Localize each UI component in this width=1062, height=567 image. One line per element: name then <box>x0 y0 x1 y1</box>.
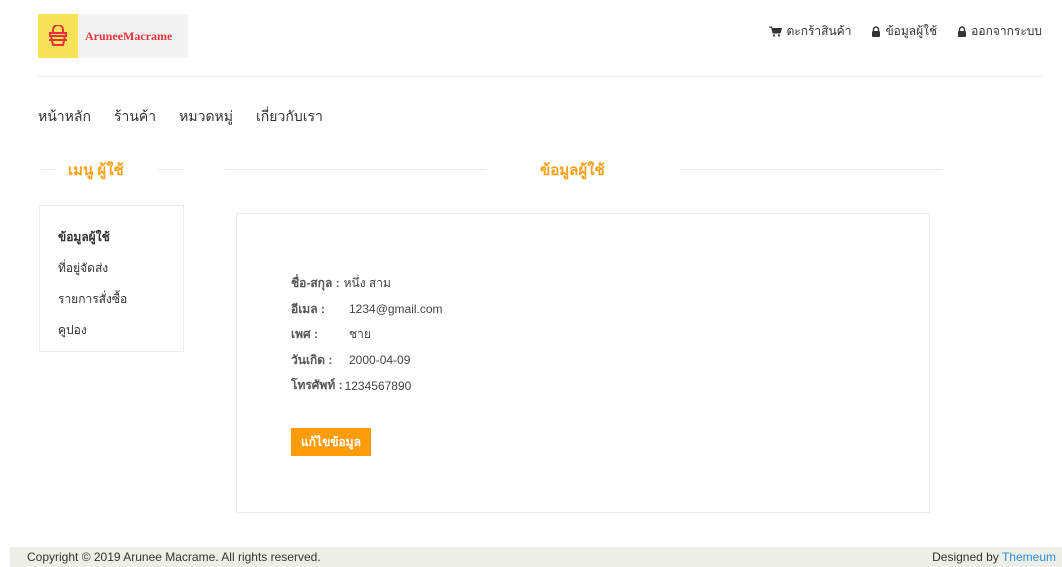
field-label: เพศ : <box>291 327 318 342</box>
section-divider <box>680 169 942 170</box>
brand-logo[interactable]: AruneeMacrame <box>38 14 188 58</box>
section-divider <box>158 169 184 170</box>
profile-row-name: ชื่อ-สกุล : หนึ่ง สาม <box>291 271 443 297</box>
sidebar-item-profile[interactable]: ข้อมูลผู้ใช้ <box>58 228 183 247</box>
sidebar-title: เมนู ผู้ใช้ <box>68 162 124 179</box>
main-nav: หน้าหลัก ร้านค้า หมวดหมู่ เกี่ยวกับเรา <box>38 106 323 128</box>
designer-link[interactable]: Themeum <box>1002 550 1056 564</box>
profile-row-birthdate: วันเกิด : 2000-04-09 <box>291 348 443 374</box>
cart-link[interactable]: ตะกร้าสินค้า <box>769 22 851 41</box>
field-label: อีเมล : <box>291 301 325 316</box>
nav-categories[interactable]: หมวดหมู่ <box>179 106 233 128</box>
designer-credit: Designed by Themeum <box>932 550 1056 564</box>
profile-label: ข้อมูลผู้ใช้ <box>885 24 938 38</box>
profile-panel: ชื่อ-สกุล : หนึ่ง สาม อีเมล : 1234@gmail… <box>236 213 930 513</box>
basket-icon <box>38 14 78 58</box>
edit-profile-button[interactable]: แก้ไขข้อมูล <box>291 428 371 456</box>
profile-row-phone: โทรศัพท์ : 1234567890 <box>291 373 443 399</box>
field-value: 1234567890 <box>344 378 412 393</box>
lock-icon <box>871 26 881 37</box>
field-value: 1234@gmail.com <box>349 302 443 317</box>
field-value: 2000-04-09 <box>349 353 411 368</box>
brand-name: AruneeMacrame <box>85 28 173 43</box>
section-divider <box>225 169 486 170</box>
user-menu: ข้อมูลผู้ใช้ ที่อยู่จัดส่ง รายการสั่งซื้… <box>39 205 184 352</box>
section-divider <box>40 169 55 170</box>
logout-label: ออกจากระบบ <box>971 24 1042 38</box>
field-value: หนึ่ง สาม <box>343 276 391 291</box>
nav-about[interactable]: เกี่ยวกับเรา <box>256 106 323 128</box>
copyright-text: Copyright © 2019 Arunee Macrame. All rig… <box>27 550 321 564</box>
sidebar-item-shipping-address[interactable]: ที่อยู่จัดส่ง <box>58 259 183 278</box>
content-title: ข้อมูลผู้ใช้ <box>540 162 605 179</box>
sidebar-item-coupons[interactable]: คูปอง <box>58 321 183 340</box>
profile-info: ชื่อ-สกุล : หนึ่ง สาม อีเมล : 1234@gmail… <box>291 271 443 399</box>
field-label: วันเกิด : <box>291 352 333 367</box>
cart-label: ตะกร้าสินค้า <box>786 24 852 38</box>
cart-icon <box>769 26 783 37</box>
header-divider <box>38 76 1042 77</box>
field-label: ชื่อ-สกุล : <box>291 276 340 291</box>
footer: Copyright © 2019 Arunee Macrame. All rig… <box>10 547 1062 567</box>
logout-link[interactable]: ออกจากระบบ <box>957 22 1042 41</box>
profile-link[interactable]: ข้อมูลผู้ใช้ <box>871 22 937 41</box>
sidebar-item-orders[interactable]: รายการสั่งซื้อ <box>58 290 183 309</box>
profile-row-email: อีเมล : 1234@gmail.com <box>291 297 443 323</box>
nav-shop[interactable]: ร้านค้า <box>114 106 156 128</box>
designed-by-label: Designed by <box>932 550 999 564</box>
lock-icon <box>957 26 967 37</box>
field-value: ชาย <box>349 327 371 342</box>
field-label: โทรศัพท์ : <box>291 378 343 393</box>
nav-home[interactable]: หน้าหลัก <box>38 106 91 128</box>
profile-row-gender: เพศ : ชาย <box>291 322 443 348</box>
top-nav: ตะกร้าสินค้า ข้อมูลผู้ใช้ ออกจากระบบ <box>769 22 1042 41</box>
